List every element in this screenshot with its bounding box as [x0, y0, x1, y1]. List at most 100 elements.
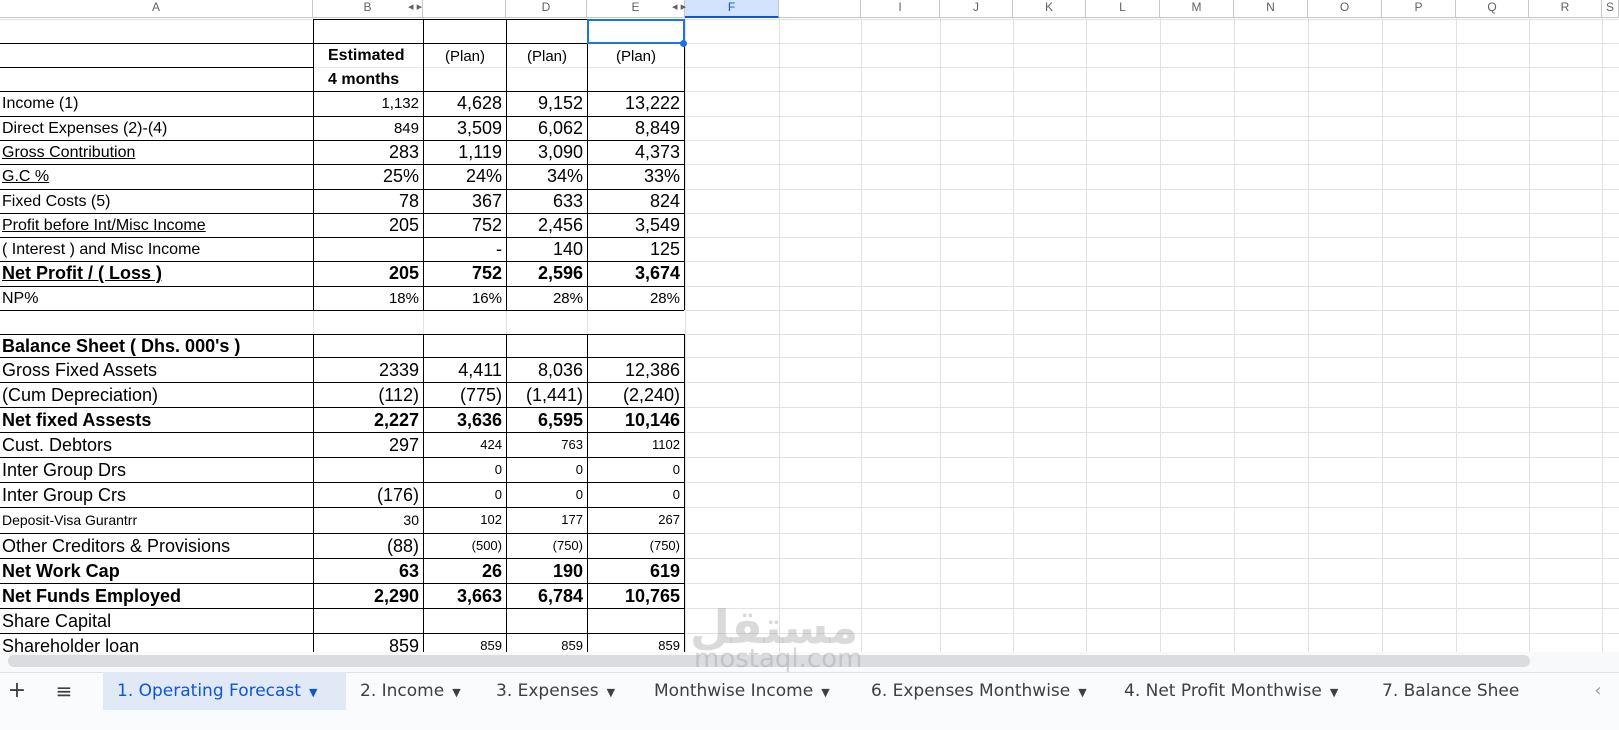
triangle-icon[interactable]: ◂ ▸ — [408, 0, 422, 14]
cell-f[interactable]: 619 — [587, 559, 684, 583]
cell-f[interactable]: 13,222 — [587, 92, 684, 115]
cell-f[interactable]: 4,373 — [587, 141, 684, 164]
column-header[interactable]: Q — [1456, 0, 1529, 18]
cell-d[interactable]: 0 — [423, 483, 506, 507]
cell-d[interactable]: 3,636 — [423, 408, 506, 432]
cell-f[interactable]: 28% — [587, 287, 684, 310]
cell-d[interactable]: 16% — [423, 287, 506, 310]
cell-d[interactable]: 26 — [423, 559, 506, 583]
cell-d[interactable]: 3,663 — [423, 584, 506, 608]
header-plan-e[interactable]: (Plan) — [507, 44, 587, 69]
column-header[interactable]: P — [1382, 0, 1456, 18]
cell-b[interactable]: 849 — [313, 117, 423, 140]
cell-f[interactable]: 0 — [587, 458, 684, 482]
caret-down-icon[interactable]: ▼ — [1078, 686, 1086, 699]
row-label[interactable]: Other Creditors & Provisions — [2, 534, 310, 558]
balance-sheet-title[interactable]: Balance Sheet ( Dhs. 000's ) — [2, 335, 312, 357]
cell-d[interactable]: 1,119 — [423, 141, 506, 164]
cell-f[interactable]: 824 — [587, 190, 684, 213]
column-header[interactable]: F — [685, 0, 779, 18]
cell-b[interactable]: 18% — [313, 287, 423, 310]
cell-d[interactable]: 752 — [423, 262, 506, 285]
row-label[interactable]: Inter Group Crs — [2, 483, 310, 507]
cell-d[interactable]: 3,509 — [423, 117, 506, 140]
cell-d[interactable]: 424 — [423, 433, 506, 457]
sheet-tab[interactable]: 3. Expenses ▼ — [482, 672, 640, 710]
header-estimated[interactable]: Estimated — [316, 44, 420, 67]
column-header[interactable]: B — [313, 0, 423, 18]
row-label[interactable]: Profit before Int/Misc Income — [2, 214, 302, 237]
sheet-tab[interactable]: 1. Operating Forecast ▼ — [103, 672, 346, 710]
spreadsheet-grid[interactable]: A B D E F I J K L M N O P Q R S ◂ ▸ ◂ ▸ Estimated 4 months(… — [0, 0, 1619, 672]
cell-b[interactable]: 25% — [313, 165, 423, 188]
cell-b[interactable]: 2339 — [313, 358, 423, 382]
caret-down-icon[interactable]: ▼ — [452, 686, 460, 699]
cell-e[interactable]: 34% — [506, 165, 587, 188]
add-sheet-button[interactable]: + — [6, 672, 28, 710]
column-header[interactable]: N — [1234, 0, 1308, 18]
triangle-icon[interactable]: ◂ ▸ — [672, 0, 686, 14]
cell-e[interactable]: 9,152 — [506, 92, 587, 115]
cell-e[interactable]: 633 — [506, 190, 587, 213]
cell-b[interactable]: (112) — [313, 383, 423, 407]
cell-b[interactable]: 205 — [313, 262, 423, 285]
cell-b[interactable]: (176) — [313, 483, 423, 507]
cell-e[interactable]: 0 — [506, 458, 587, 482]
cell-f[interactable]: 10,765 — [587, 584, 684, 608]
column-header[interactable] — [423, 0, 506, 18]
cell-b[interactable]: 30 — [313, 508, 423, 532]
caret-down-icon[interactable]: ▼ — [309, 686, 317, 699]
cell-e[interactable]: 2,456 — [506, 214, 587, 237]
cell-b[interactable] — [313, 238, 423, 261]
row-label[interactable]: Share Capital — [2, 609, 310, 633]
cell-e[interactable]: 3,090 — [506, 141, 587, 164]
cell-f[interactable]: (750) — [587, 534, 684, 558]
cell-e[interactable]: 763 — [506, 433, 587, 457]
cell-b[interactable]: 2,290 — [313, 584, 423, 608]
row-label[interactable]: Inter Group Drs — [2, 458, 310, 482]
column-header[interactable]: D — [506, 0, 587, 18]
column-header[interactable]: K — [1013, 0, 1086, 18]
sheet-tab[interactable]: 7. Balance Shee — [1368, 672, 1520, 710]
header-plan-d[interactable]: (Plan) — [424, 44, 506, 69]
column-header[interactable]: L — [1086, 0, 1160, 18]
cell-b[interactable]: 63 — [313, 559, 423, 583]
cell-f[interactable]: 8,849 — [587, 117, 684, 140]
cell-e[interactable]: (750) — [506, 534, 587, 558]
cell-f[interactable]: 10,146 — [587, 408, 684, 432]
cell-e[interactable]: 140 — [506, 238, 587, 261]
selected-cell[interactable] — [587, 19, 685, 44]
cell-f[interactable]: 1102 — [587, 433, 684, 457]
cell-e[interactable]: (1,441) — [506, 383, 587, 407]
row-label[interactable]: (Cum Depreciation) — [2, 383, 310, 407]
column-header[interactable]: E — [587, 0, 685, 18]
row-label[interactable]: Net Funds Employed — [2, 584, 310, 608]
cell-b[interactable]: 297 — [313, 433, 423, 457]
cell-f[interactable]: 3,674 — [587, 262, 684, 285]
header-plan-f[interactable]: (Plan) — [588, 44, 684, 69]
cell-e[interactable]: 190 — [506, 559, 587, 583]
cell-b[interactable]: 205 — [313, 214, 423, 237]
row-label[interactable]: Direct Expenses (2)-(4) — [2, 117, 302, 140]
column-header[interactable]: I — [861, 0, 940, 18]
row-label[interactable]: Gross Fixed Assets — [2, 358, 310, 382]
row-label[interactable]: Income (1) — [2, 92, 302, 115]
cell-e[interactable]: 28% — [506, 287, 587, 310]
column-header[interactable]: M — [1160, 0, 1234, 18]
sheet-tab[interactable]: 4. Net Profit Monthwise ▼ — [1110, 672, 1366, 710]
cell-d[interactable]: 752 — [423, 214, 506, 237]
cell-d[interactable]: 4,628 — [423, 92, 506, 115]
cell-b[interactable] — [313, 609, 423, 633]
row-label[interactable]: NP% — [2, 287, 302, 310]
row-label[interactable]: Net Work Cap — [2, 559, 310, 583]
sheet-tab[interactable]: Monthwise Income ▼ — [640, 672, 857, 710]
cell-f[interactable]: 12,386 — [587, 358, 684, 382]
cell-d[interactable]: - — [423, 238, 506, 261]
column-header[interactable]: J — [940, 0, 1013, 18]
cell-d[interactable]: 4,411 — [423, 358, 506, 382]
cell-d[interactable]: 102 — [423, 508, 506, 532]
cell-d[interactable] — [423, 609, 506, 633]
cell-d[interactable]: 24% — [423, 165, 506, 188]
chevron-left-icon[interactable]: ‹ — [1588, 672, 1608, 710]
cell-b[interactable]: 283 — [313, 141, 423, 164]
